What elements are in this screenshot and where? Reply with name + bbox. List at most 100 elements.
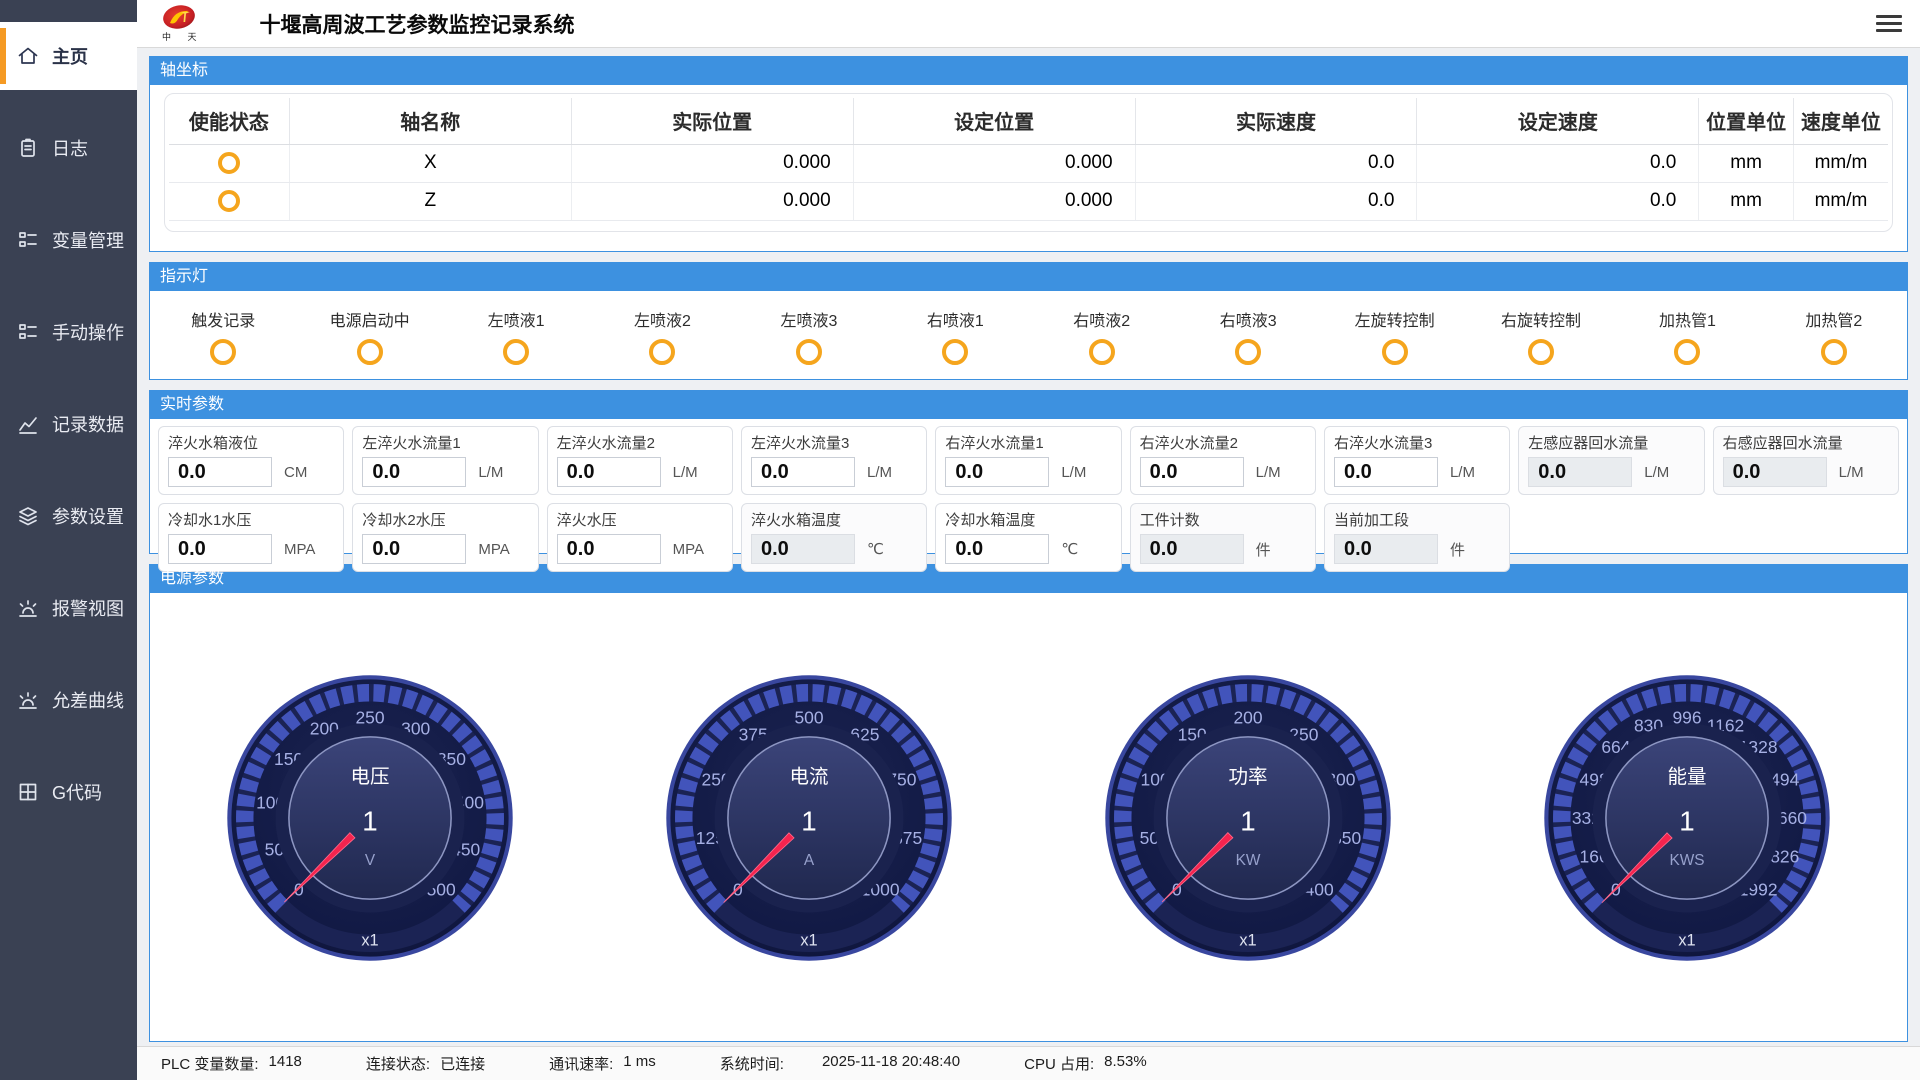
param-label: 淬火水箱温度 bbox=[751, 509, 917, 530]
param-value-field[interactable]: 0.0 bbox=[945, 457, 1049, 487]
actual-position-cell: 0.000 bbox=[571, 144, 853, 182]
sidebar-item-变量管理[interactable]: 变量管理 bbox=[0, 206, 137, 274]
sidebar-item-日志[interactable]: 日志 bbox=[0, 114, 137, 182]
param-unit: ℃ bbox=[867, 540, 884, 558]
sidebar: 主页日志变量管理手动操作记录数据参数设置报警视图允差曲线 G代码 bbox=[0, 0, 137, 1080]
param-card-淬火水压: 淬火水压0.0MPA bbox=[547, 503, 733, 572]
param-value-field[interactable]: 0.0 bbox=[1334, 534, 1438, 564]
param-label: 左淬火水流量1 bbox=[362, 432, 528, 453]
indicator-左喷液1: 左喷液1 bbox=[443, 307, 589, 365]
position-unit-cell: mm bbox=[1699, 182, 1794, 220]
param-value-row: 0.0 CM bbox=[168, 457, 334, 487]
param-card-淬火水箱液位: 淬火水箱液位 0.0 CM bbox=[158, 426, 344, 495]
main-column: 中 天 十堰高周波工艺参数监控记录系统 轴坐标 使能状态轴名称实际位置设定位置实… bbox=[137, 0, 1920, 1080]
indicator-右喷液3: 右喷液3 bbox=[1175, 307, 1321, 365]
status-item: CPU 占用:8.53% bbox=[1024, 1053, 1147, 1074]
param-value-row: 0.0 L/M bbox=[945, 457, 1111, 487]
status-item: PLC 变量数量:1418 bbox=[161, 1053, 302, 1074]
param-unit: 件 bbox=[1450, 539, 1465, 560]
sidebar-item-G代码[interactable]: G代码 bbox=[0, 758, 137, 826]
sidebar-item-记录数据[interactable]: 记录数据 bbox=[0, 390, 137, 458]
param-value-row: 0.0MPA bbox=[168, 534, 334, 564]
param-card-右淬火水流量2: 右淬火水流量20.0L/M bbox=[1130, 426, 1316, 495]
param-value-row: 0.0 L/M bbox=[1334, 457, 1500, 487]
gauges-row: 050100150200250300350400450500电压1Vx1 012… bbox=[150, 593, 1907, 1043]
param-value-row: 0.0L/M bbox=[557, 457, 723, 487]
param-value-field[interactable]: 0.0 bbox=[1140, 534, 1244, 564]
sidebar-item-报警视图[interactable]: 报警视图 bbox=[0, 574, 137, 642]
param-unit: L/M bbox=[1450, 464, 1475, 481]
param-value-row: 0.0L/M bbox=[1723, 457, 1889, 487]
param-value-field[interactable]: 0.0 bbox=[945, 534, 1049, 564]
sidebar-item-手动操作[interactable]: 手动操作 bbox=[0, 298, 137, 366]
param-card-当前加工段: 当前加工段 0.0 件 bbox=[1324, 503, 1510, 572]
axis-table: 使能状态轴名称实际位置设定位置实际速度设定速度位置单位速度单位 X0.0000.… bbox=[169, 98, 1888, 221]
param-value-field[interactable]: 0.0 bbox=[1528, 457, 1632, 487]
indicator-label: 右喷液2 bbox=[1073, 307, 1130, 331]
realtime-params-row-2: 冷却水1水压0.0MPA冷却水2水压0.0MPA淬火水压0.0MPA淬火水箱温度… bbox=[158, 503, 1899, 572]
param-value-row: 0.0 ℃ bbox=[751, 534, 917, 564]
param-value-field[interactable]: 0.0 bbox=[751, 457, 855, 487]
param-value-field[interactable]: 0.0 bbox=[557, 534, 661, 564]
axis-col-header: 实际位置 bbox=[571, 98, 853, 144]
indicator-label: 电源启动中 bbox=[330, 307, 410, 331]
svg-text:1: 1 bbox=[801, 805, 816, 836]
speed-unit-cell: mm/m bbox=[1793, 144, 1888, 182]
status-item: 通讯速率:1 ms bbox=[549, 1053, 656, 1074]
sidebar-item-label: G代码 bbox=[52, 779, 102, 805]
enable-status-lamp bbox=[218, 152, 240, 174]
param-label: 右感应器回水流量 bbox=[1723, 432, 1889, 453]
sidebar-item-允差曲线[interactable]: 允差曲线 bbox=[0, 666, 137, 734]
sidebar-item-label: 日志 bbox=[52, 135, 88, 161]
param-unit: L/M bbox=[1061, 464, 1086, 481]
svg-text:1: 1 bbox=[362, 805, 377, 836]
sidebar-item-参数设置[interactable]: 参数设置 bbox=[0, 482, 137, 550]
param-card-左淬火水流量1: 左淬火水流量10.0L/M bbox=[352, 426, 538, 495]
axis-table-row: Z0.0000.0000.00.0mmmm/m bbox=[169, 182, 1888, 220]
param-label: 冷却水2水压 bbox=[362, 509, 528, 530]
indicator-lamp bbox=[796, 339, 822, 365]
sidebar-item-label: 主页 bbox=[52, 43, 88, 69]
sidebar-item-主页[interactable]: 主页 bbox=[0, 22, 137, 90]
param-value-field[interactable]: 0.0 bbox=[751, 534, 855, 564]
param-value-field[interactable]: 0.0 bbox=[1140, 457, 1244, 487]
axis-col-header: 设定位置 bbox=[853, 98, 1135, 144]
axis-col-header: 速度单位 bbox=[1793, 98, 1888, 144]
param-value-field[interactable]: 0.0 bbox=[1723, 457, 1827, 487]
gauge-能量: 0166332498664830996116213281494166018261… bbox=[1537, 664, 1837, 972]
actual-speed-cell: 0.0 bbox=[1135, 182, 1417, 220]
param-unit: CM bbox=[284, 464, 307, 481]
svg-text:x1: x1 bbox=[1239, 931, 1256, 949]
sidebar-item-label: 变量管理 bbox=[52, 227, 124, 253]
position-unit-cell: mm bbox=[1699, 144, 1794, 182]
param-card-冷却水2水压: 冷却水2水压0.0MPA bbox=[352, 503, 538, 572]
param-value-field[interactable]: 0.0 bbox=[557, 457, 661, 487]
sidebar-menu: 主页日志变量管理手动操作记录数据参数设置报警视图允差曲线 G代码 bbox=[0, 22, 137, 826]
param-card-左淬火水流量2: 左淬火水流量20.0L/M bbox=[547, 426, 733, 495]
axis-col-header: 位置单位 bbox=[1699, 98, 1794, 144]
hamburger-icon[interactable] bbox=[1876, 11, 1902, 36]
param-value-field[interactable]: 0.0 bbox=[168, 534, 272, 564]
svg-text:1: 1 bbox=[1240, 805, 1255, 836]
axis-col-header: 实际速度 bbox=[1135, 98, 1417, 144]
realtime-params-panel: 实时参数 淬火水箱液位0.0CM左淬火水流量10.0L/M左淬火水流量20.0L… bbox=[149, 390, 1908, 554]
enable-status-cell bbox=[169, 144, 289, 182]
param-value-field[interactable]: 0.0 bbox=[362, 457, 466, 487]
param-value-field[interactable]: 0.0 bbox=[1334, 457, 1438, 487]
axis-name-cell: X bbox=[289, 144, 571, 182]
param-value-field[interactable]: 0.0 bbox=[168, 457, 272, 487]
svg-text:KWS: KWS bbox=[1670, 852, 1705, 869]
param-value-field[interactable]: 0.0 bbox=[362, 534, 466, 564]
param-label: 右淬火水流量3 bbox=[1334, 432, 1500, 453]
status-value: 2025-11-18 20:48:40 bbox=[822, 1053, 960, 1074]
indicator-label: 右喷液1 bbox=[927, 307, 984, 331]
param-label: 淬火水箱液位 bbox=[168, 432, 334, 453]
set-position-cell: 0.000 bbox=[853, 182, 1135, 220]
page-title: 十堰高周波工艺参数监控记录系统 bbox=[260, 9, 575, 39]
param-label: 当前加工段 bbox=[1334, 509, 1500, 530]
param-label: 右淬火水流量2 bbox=[1140, 432, 1306, 453]
indicator-左旋转控制: 左旋转控制 bbox=[1321, 307, 1467, 365]
svg-text:A: A bbox=[804, 852, 815, 869]
indicator-label: 左喷液2 bbox=[634, 307, 691, 331]
set-speed-cell: 0.0 bbox=[1417, 144, 1699, 182]
